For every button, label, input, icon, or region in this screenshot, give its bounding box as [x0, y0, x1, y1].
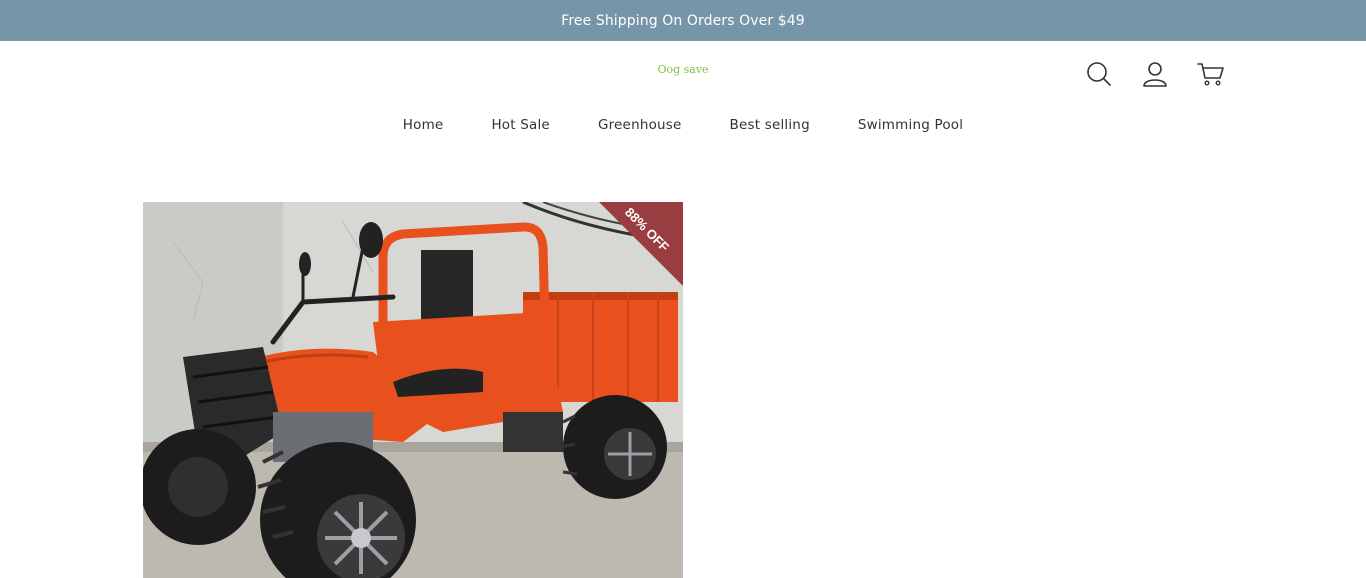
search-icon[interactable]	[1084, 59, 1114, 89]
nav-item-greenhouse[interactable]: Greenhouse	[598, 117, 682, 133]
nav-item-hot-sale[interactable]: Hot Sale	[491, 117, 550, 133]
site-header: Oog save	[0, 41, 1366, 101]
main-nav: Home Hot Sale Greenhouse Best selling Sw…	[0, 101, 1366, 151]
account-icon[interactable]	[1140, 59, 1170, 89]
discount-badge: 88% OFF	[599, 202, 683, 286]
nav-item-home[interactable]: Home	[403, 117, 444, 133]
nav-item-best-selling[interactable]: Best selling	[730, 117, 810, 133]
nav-item-swimming-pool[interactable]: Swimming Pool	[858, 117, 963, 133]
cart-icon[interactable]	[1196, 59, 1226, 89]
announcement-text: Free Shipping On Orders Over $49	[561, 12, 805, 29]
product-image[interactable]: 88% OFF	[143, 202, 683, 578]
logo-text[interactable]: Oog save	[657, 63, 708, 76]
announcement-bar: Free Shipping On Orders Over $49	[0, 0, 1366, 41]
header-icons	[1084, 59, 1226, 89]
